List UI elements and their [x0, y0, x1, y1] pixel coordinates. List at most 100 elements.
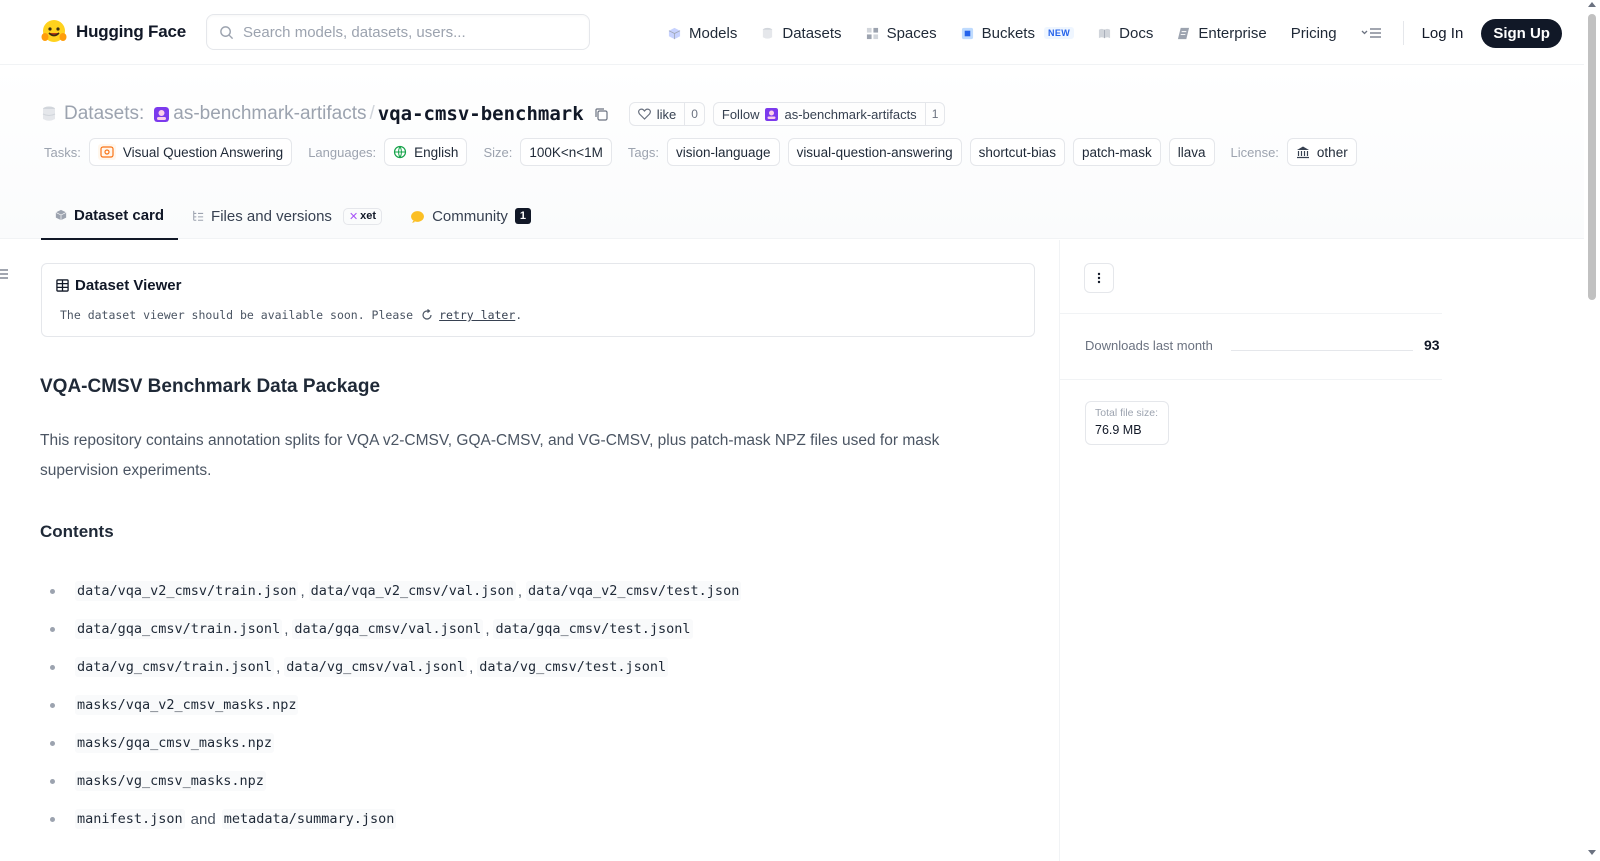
scroll-up-arrow-icon[interactable]	[1588, 2, 1596, 7]
nav-datasets[interactable]: Datasets	[761, 18, 842, 48]
task-tag-label: Visual Question Answering	[122, 144, 284, 160]
contents-heading: Contents	[40, 522, 114, 541]
tag-shortcut-bias[interactable]: shortcut-bias	[969, 138, 1065, 166]
signup-button[interactable]: Sign Up	[1481, 18, 1562, 48]
list-item: data/gqa_cmsv/train.jsonl, data/gqa_cmsv…	[40, 610, 1000, 648]
more-options-button[interactable]	[1084, 263, 1114, 293]
file-tree-icon	[193, 210, 204, 221]
sidebar-divider	[1060, 313, 1442, 314]
size-tag[interactable]: 100K<n<1M	[520, 138, 612, 166]
right-column-divider	[1059, 240, 1060, 861]
globe-icon	[394, 145, 407, 159]
card-heading: VQA-CMSV Benchmark Data Package	[40, 376, 381, 397]
top-navbar: Hugging Face Models Datasets Spaces Buck…	[0, 0, 1584, 65]
size-tag-label: 100K<n<1M	[529, 144, 603, 160]
list-separator: ,	[469, 658, 474, 676]
file-path: data/vqa_v2_cmsv/test.json	[526, 581, 742, 601]
tasks-label: Tasks:	[44, 144, 81, 160]
tab-community-label: Community	[432, 207, 508, 225]
follow-count: 1	[924, 103, 945, 125]
grid-icon	[866, 27, 878, 39]
main-nav: Models Datasets Spaces Buckets NEW Docs …	[668, 18, 1562, 48]
follow-button[interactable]: Follow as-benchmark-artifacts 1	[712, 102, 946, 126]
database-icon	[763, 27, 773, 39]
xet-badge: ✕ xet	[342, 207, 383, 225]
breadcrumb-section[interactable]: Datasets:	[64, 103, 144, 125]
nav-buckets-label: Buckets	[981, 24, 1035, 42]
nav-enterprise[interactable]: Enterprise	[1177, 18, 1267, 48]
search-input[interactable]	[243, 23, 563, 41]
search-box[interactable]	[206, 14, 590, 50]
new-badge: NEW	[1043, 27, 1075, 39]
xet-icon: ✕	[348, 210, 359, 223]
retry-icon	[422, 309, 432, 320]
list-joiner: and	[190, 810, 216, 828]
dataset-viewer-title: Dataset Viewer	[56, 277, 181, 294]
dataset-viewer-message: The dataset viewer should be available s…	[60, 308, 522, 322]
file-path: masks/vqa_v2_cmsv_masks.npz	[75, 695, 299, 715]
tag-vision-language[interactable]: vision-language	[666, 138, 780, 166]
file-path: masks/gqa_cmsv_masks.npz	[75, 733, 275, 753]
nav-enterprise-label: Enterprise	[1198, 24, 1267, 42]
bullet	[50, 816, 55, 822]
tag-label: shortcut-bias	[978, 144, 1056, 160]
license-tag[interactable]: other	[1286, 138, 1357, 166]
dataset-viewer-panel: Dataset Viewer The dataset viewer should…	[41, 263, 1035, 337]
search-icon	[220, 25, 234, 39]
follow-label-group: Follow as-benchmark-artifacts	[714, 103, 925, 125]
task-tag[interactable]: Visual Question Answering	[88, 138, 293, 166]
metadata-tags: Tasks: Visual Question Answering Languag…	[44, 138, 1365, 166]
kebab-icon	[1097, 272, 1101, 284]
nav-spaces[interactable]: Spaces	[866, 18, 937, 48]
page-scrollbar[interactable]	[1584, 0, 1600, 861]
login-link[interactable]: Log In	[1422, 25, 1464, 42]
tag-visual-question-answering[interactable]: visual-question-answering	[787, 138, 962, 166]
license-label: License:	[1230, 144, 1279, 160]
breadcrumb-org[interactable]: as-benchmark-artifacts	[173, 103, 366, 125]
tab-community[interactable]: Community 1	[396, 192, 545, 240]
dataset-viewer-title-text: Dataset Viewer	[75, 277, 182, 294]
list-item: masks/vg_cmsv_masks.npz	[40, 762, 1000, 800]
retry-later-link[interactable]: retry later	[439, 308, 515, 322]
breadcrumb-separator: /	[369, 103, 375, 124]
file-path: data/gqa_cmsv/val.jsonl	[292, 619, 484, 639]
more-menu-icon[interactable]	[1361, 26, 1383, 40]
card-description: This repository contains annotation spli…	[40, 432, 940, 479]
like-button[interactable]: like 0	[628, 102, 705, 126]
languages-label: Languages:	[308, 144, 377, 160]
vqa-task-icon	[97, 144, 116, 160]
tab-dataset-card[interactable]: Dataset card	[41, 192, 179, 240]
bullet	[50, 702, 55, 708]
size-label: Size:	[483, 144, 513, 160]
file-path: data/vg_cmsv/test.jsonl	[477, 657, 669, 677]
org-avatar-icon	[154, 106, 170, 122]
file-size-value: 76.9 MB	[1095, 423, 1142, 437]
tag-label: llava	[1177, 144, 1206, 160]
tags-label: Tags:	[627, 144, 659, 160]
tab-files-and-versions[interactable]: Files and versions ✕ xet	[178, 192, 396, 240]
scroll-thumb[interactable]	[1588, 14, 1596, 300]
list-separator: ,	[517, 582, 522, 600]
list-separator: ,	[485, 620, 490, 638]
language-tag[interactable]: English	[384, 138, 468, 166]
downloads-value: 93	[1424, 337, 1440, 353]
file-size-label: Total file size:	[1095, 407, 1159, 419]
brand-logo[interactable]: Hugging Face	[40, 18, 186, 46]
tag-patch-mask[interactable]: patch-mask	[1072, 138, 1161, 166]
scroll-down-arrow-icon[interactable]	[1588, 850, 1596, 855]
brand-name: Hugging Face	[76, 22, 186, 41]
repo-name[interactable]: vqa-cmsv-benchmark	[378, 103, 584, 125]
nav-docs-label: Docs	[1119, 24, 1154, 42]
like-label: like	[656, 106, 677, 122]
nav-docs[interactable]: Docs	[1098, 18, 1153, 48]
copy-icon[interactable]	[594, 107, 609, 122]
bullet	[50, 626, 55, 632]
nav-buckets[interactable]: Buckets NEW	[961, 18, 1075, 48]
file-path: metadata/summary.json	[221, 809, 397, 829]
bank-icon	[1296, 146, 1309, 159]
sidebar-toggle-icon[interactable]	[0, 268, 10, 280]
list-item: masks/vqa_v2_cmsv_masks.npz	[40, 686, 1000, 724]
nav-pricing[interactable]: Pricing	[1291, 18, 1337, 48]
nav-models[interactable]: Models	[668, 18, 737, 48]
tag-llava[interactable]: llava	[1168, 138, 1215, 166]
